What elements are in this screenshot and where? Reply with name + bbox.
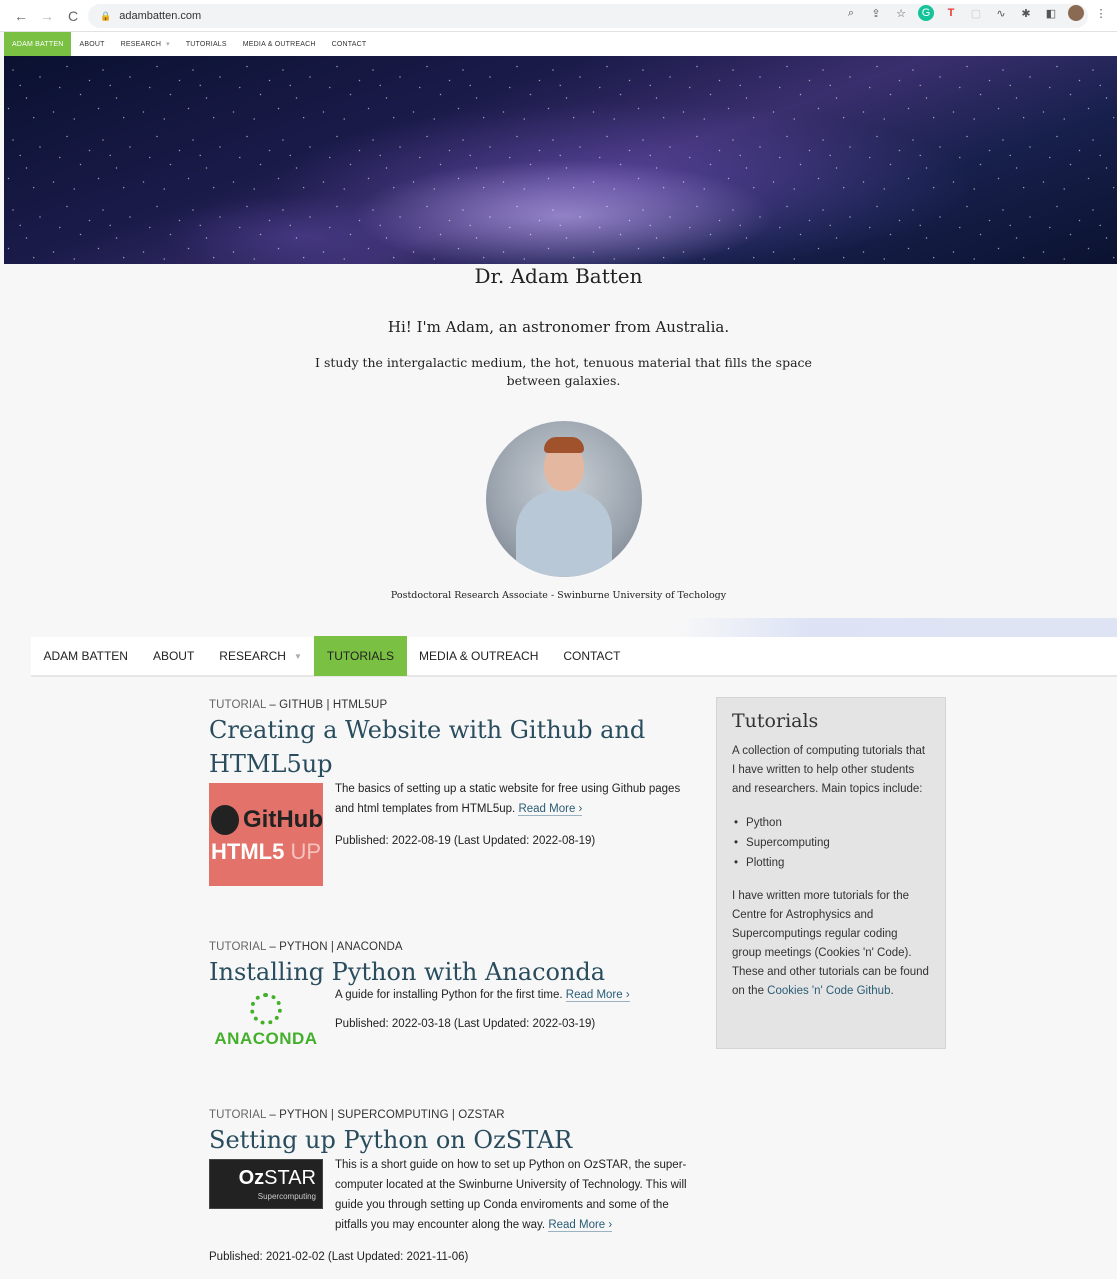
post-published: Published: 2021-02-02 (Last Updated: 202…	[209, 1251, 469, 1263]
sidepanel-icon[interactable]: ◧	[1043, 5, 1059, 21]
post-published: Published: 2022-08-19 (Last Updated: 202…	[335, 835, 596, 847]
share-icon[interactable]: ⇪	[868, 5, 884, 21]
read-more-link[interactable]: Read More ›	[548, 1219, 613, 1232]
menu-kebab-icon[interactable]: ⋮	[1093, 5, 1109, 21]
list-item: Supercomputing	[734, 833, 930, 853]
post-title[interactable]: Creating a Website with Github and HTML5…	[209, 713, 649, 781]
post-python-anaconda: TUTORIAL – PYTHON | ANACONDA Installing …	[209, 941, 699, 1061]
chevron-down-icon: ▼	[293, 651, 302, 661]
post-title[interactable]: Setting up Python on OzSTAR	[209, 1123, 699, 1157]
post-body: GitHub HTML5 UP The basics of setting up…	[209, 783, 699, 893]
puzzle-icon[interactable]: ✱	[1018, 5, 1034, 21]
grammarly-icon[interactable]: G	[918, 5, 934, 21]
github-octocat-icon	[211, 804, 240, 835]
starfield	[4, 56, 1117, 264]
extension-signature-icon[interactable]: ∿	[993, 5, 1009, 21]
reload-button[interactable]: C	[60, 3, 86, 29]
extension-blank-icon[interactable]: ▢	[968, 5, 984, 21]
post-category: TUTORIAL – PYTHON | ANACONDA	[209, 941, 403, 953]
top-nav-small: ADAM BATTEN ABOUT RESEARCH ▾ TUTORIALS ME…	[4, 32, 1117, 56]
avatar	[486, 421, 642, 577]
ozstar-thumbnail[interactable]: OzSTAR Supercomputing	[209, 1159, 323, 1209]
post-github-website: TUTORIAL – GITHUB | HTML5UP Creating a W…	[209, 699, 699, 893]
read-more-link[interactable]: Read More ›	[518, 803, 583, 816]
extensions-area: ⌕ ⇪ ☆ G T ▢ ∿ ✱ ◧ ⋮	[843, 5, 1109, 21]
post-published: Published: 2022-03-18 (Last Updated: 202…	[335, 1018, 596, 1030]
forward-button[interactable]: →	[34, 3, 60, 29]
intro-text: I study the intergalactic medium, the ho…	[315, 355, 812, 388]
post-description: The basics of setting up a static websit…	[335, 783, 681, 816]
sidebar-topics: Python Supercomputing Plotting	[734, 813, 930, 873]
main-nav: ADAM BATTEN ABOUT RESEARCH ▼ TUTORIALS ME…	[31, 636, 1117, 677]
nav-adam-batten[interactable]: ADAM BATTEN	[31, 636, 140, 676]
zoom-icon[interactable]: ⌕	[843, 5, 859, 21]
post-category: TUTORIAL – PYTHON | SUPERCOMPUTING | OZS…	[209, 1109, 505, 1121]
sidebar-intro: A collection of computing tutorials that…	[732, 745, 926, 795]
nav-small-about[interactable]: ABOUT	[71, 32, 112, 56]
post-description: A guide for installing Python for the fi…	[335, 989, 630, 1002]
nav-about[interactable]: ABOUT	[140, 636, 206, 676]
nav-small-contact[interactable]: CONTACT	[324, 32, 375, 56]
url-text: adambatten.com	[119, 10, 202, 22]
read-more-link[interactable]: Read More ›	[565, 989, 630, 1002]
back-button[interactable]: ←	[8, 3, 34, 29]
bookmark-star-icon[interactable]: ☆	[893, 5, 909, 21]
github-html5up-thumbnail[interactable]: GitHub HTML5 UP	[209, 783, 323, 886]
nav-media-outreach[interactable]: MEDIA & OUTREACH	[407, 636, 551, 676]
extension-tp-icon[interactable]: T	[943, 5, 959, 21]
greeting: Hi! I'm Adam, an astronomer from Austral…	[387, 318, 730, 336]
browser-toolbar: ← → C 🔒 adambatten.com ⌕ ⇪ ☆ G T ▢ ∿ ✱ ◧…	[0, 0, 1117, 32]
nav-research[interactable]: RESEARCH ▼	[207, 636, 315, 676]
anaconda-ring-icon	[250, 993, 282, 1025]
avatar-hair	[544, 437, 584, 453]
post-description: This is a short guide on how to set up P…	[335, 1159, 687, 1232]
anaconda-thumbnail[interactable]: ANACONDA	[209, 991, 323, 1051]
nav-tutorials[interactable]: TUTORIALS	[314, 636, 407, 676]
profile-avatar-icon[interactable]	[1068, 5, 1084, 21]
cookies-n-code-link[interactable]: Cookies 'n' Code Github	[767, 985, 890, 997]
hero-banner	[4, 56, 1117, 264]
nav-small-tutorials[interactable]: TUTORIALS	[178, 32, 235, 56]
post-body: ANACONDA A guide for installing Python f…	[209, 989, 699, 1061]
chevron-down-icon: ▾	[166, 41, 170, 48]
post-body: OzSTAR Supercomputing This is a short gu…	[209, 1159, 699, 1279]
nav-small-research[interactable]: RESEARCH ▾	[113, 32, 178, 56]
avatar-body	[516, 491, 612, 577]
list-item: Python	[734, 813, 930, 833]
tutorials-sidebar: Tutorials A collection of computing tuto…	[716, 697, 946, 1049]
profile-name: Dr. Adam Batten	[474, 264, 643, 288]
list-item: Plotting	[734, 853, 930, 873]
nav-contact[interactable]: CONTACT	[551, 636, 633, 676]
post-category: TUTORIAL – GITHUB | HTML5UP	[209, 699, 388, 711]
lock-icon: 🔒	[100, 10, 112, 21]
decorative-swoosh	[680, 618, 1117, 638]
nav-small-adam-batten[interactable]: ADAM BATTEN	[4, 32, 72, 56]
sidebar-outro: I have written more tutorials for the Ce…	[732, 890, 929, 997]
role-text: Postdoctoral Research Associate - Swinbu…	[390, 590, 727, 601]
post-python-ozstar: TUTORIAL – PYTHON | SUPERCOMPUTING | OZS…	[209, 1109, 699, 1279]
nav-small-media[interactable]: MEDIA & OUTREACH	[235, 32, 324, 56]
sidebar-title: Tutorials	[732, 710, 819, 732]
post-title[interactable]: Installing Python with Anaconda	[209, 955, 699, 989]
